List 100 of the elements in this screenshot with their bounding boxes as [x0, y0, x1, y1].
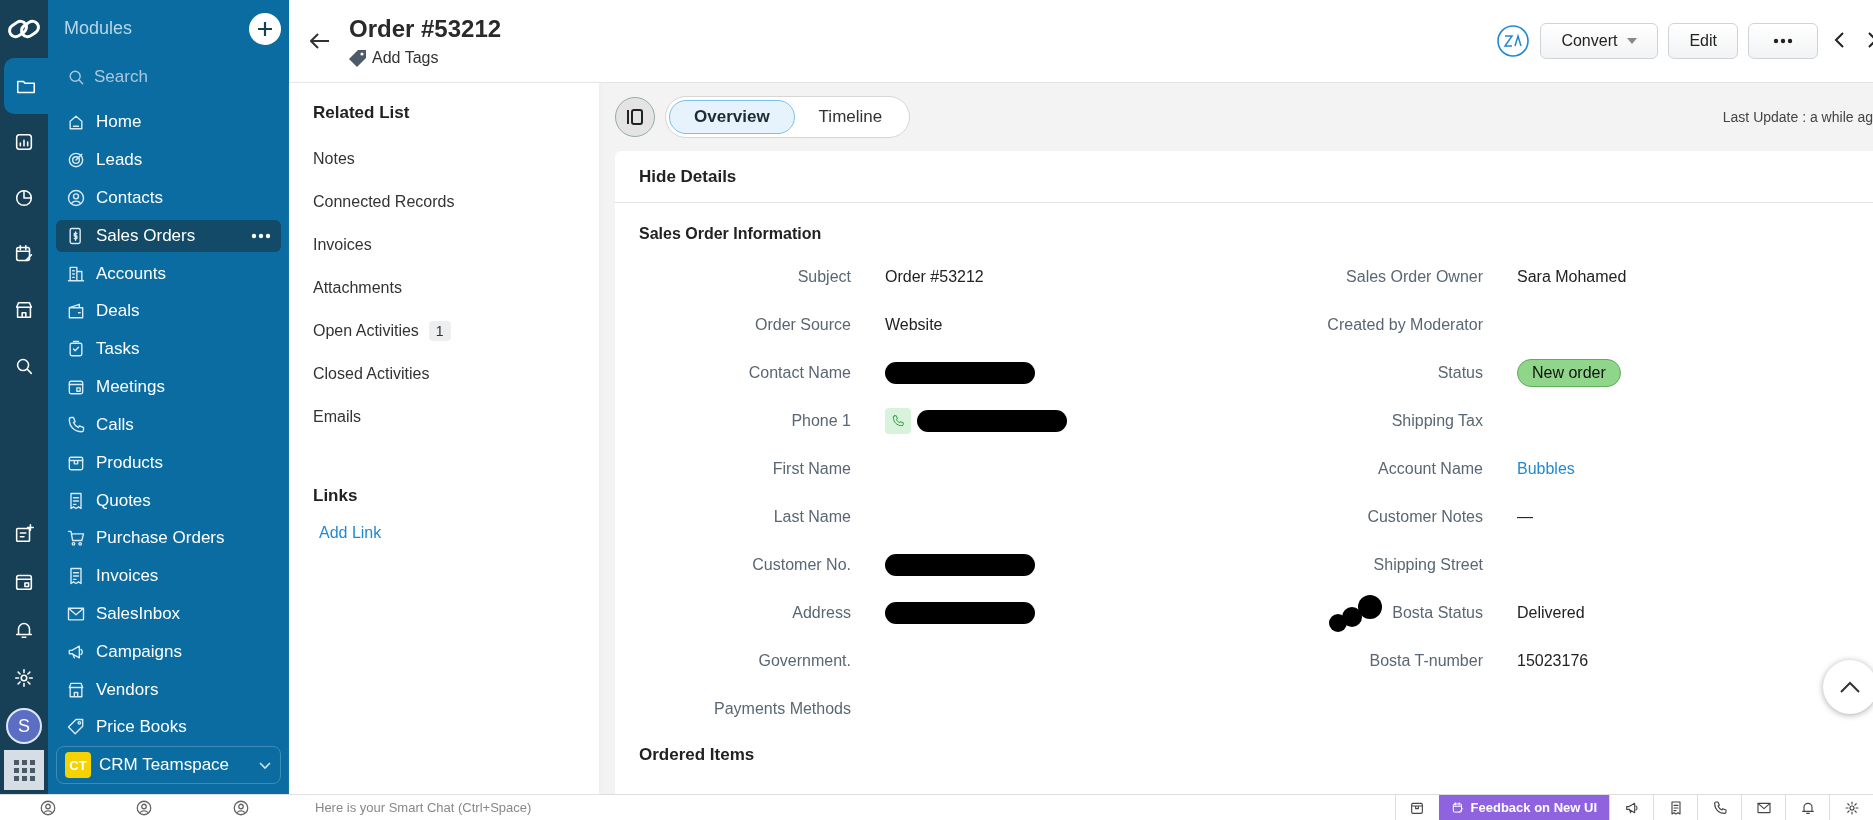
account-link[interactable]: Bubbles — [1517, 460, 1575, 478]
related-list-item[interactable]: Emails — [313, 395, 575, 438]
workspace-selector[interactable]: CT CRM Teamspace — [56, 746, 281, 785]
module-item[interactable]: Home — [56, 106, 281, 139]
chevron-down-icon — [258, 759, 272, 772]
record-title: Order #53212 — [349, 15, 503, 43]
apps-button[interactable] — [4, 750, 44, 790]
chevron-left-icon — [1834, 30, 1845, 49]
panel-icon — [626, 108, 644, 126]
person-icon — [231, 798, 250, 817]
panel-toggle-button[interactable] — [615, 97, 655, 137]
person-icon — [66, 188, 86, 209]
module-item[interactable]: SalesInbox — [56, 598, 281, 630]
module-item[interactable]: Vendors — [56, 673, 281, 706]
field-label: Shipping Street — [1373, 556, 1483, 573]
storefront-icon — [13, 299, 35, 321]
user-avatar[interactable]: S — [6, 708, 42, 744]
tab[interactable]: Overview — [669, 100, 795, 134]
field-value: — — [1517, 508, 1533, 526]
add-tags-link[interactable]: Add Tags — [349, 49, 439, 67]
field-value: Sara Mohamed — [1517, 268, 1627, 286]
related-list-item[interactable]: Attachments — [313, 266, 575, 309]
module-item[interactable]: Sales Orders — [56, 219, 281, 252]
add-link[interactable]: Add Link — [319, 524, 382, 542]
plus-icon — [257, 20, 273, 37]
more-icon — [251, 232, 271, 239]
count-badge: 1 — [428, 320, 451, 341]
module-item[interactable]: Contacts — [56, 182, 281, 214]
rail-button[interactable] — [4, 58, 48, 114]
related-list-item[interactable]: Open Activities 1 — [313, 309, 575, 352]
related-list-item[interactable]: Connected Records — [313, 180, 575, 223]
person-icon — [135, 798, 154, 817]
assistant-icon — [1496, 24, 1531, 58]
field-label: Created by Moderator — [1327, 316, 1483, 333]
field-label: Bosta T-number — [1369, 652, 1483, 669]
module-item[interactable]: Invoices — [56, 560, 281, 593]
module-item[interactable]: Tasks — [56, 333, 281, 366]
field-label: Last Name — [773, 508, 851, 525]
field-label: Government. — [758, 652, 851, 669]
related-list-item[interactable]: Closed Activities — [313, 352, 575, 395]
module-item[interactable]: Leads — [56, 144, 281, 177]
tab[interactable]: Timeline — [794, 100, 907, 134]
panel-title: Modules — [64, 18, 133, 40]
field-label: Customer Notes — [1367, 508, 1483, 525]
phone-icon — [891, 414, 905, 428]
last-update-text: Last Update : a while ag — [1722, 109, 1873, 125]
settings-icon — [1843, 799, 1860, 816]
section-heading: Related List — [313, 103, 411, 123]
module-item[interactable]: Deals — [56, 295, 281, 328]
field-label: Order Source — [754, 316, 851, 333]
module-item[interactable]: Price Books — [56, 711, 281, 744]
field-label: Payments Methods — [714, 700, 851, 717]
field-label: Shipping Tax — [1391, 412, 1483, 429]
field-value: Delivered — [1517, 604, 1585, 622]
person-icon — [39, 798, 58, 817]
add-button[interactable] — [249, 12, 281, 45]
module-item[interactable]: Quotes — [56, 484, 281, 517]
section-heading: Ordered Items — [638, 744, 756, 766]
related-list-item[interactable]: Invoices — [313, 223, 575, 266]
module-item[interactable]: Purchase Orders — [56, 522, 281, 555]
cart-icon — [66, 528, 86, 549]
settings-icon — [13, 667, 35, 689]
edit-button[interactable]: Edit — [1668, 23, 1738, 59]
module-item[interactable]: Accounts — [56, 257, 281, 290]
phone-icon — [1711, 799, 1728, 816]
field-label: Status — [1437, 364, 1483, 381]
feedback-button[interactable]: Feedback on New UI — [1438, 795, 1609, 820]
workspace-badge: CT — [65, 752, 91, 779]
module-item[interactable]: Products — [56, 446, 281, 479]
field-label: Customer No. — [752, 556, 851, 573]
field-label: Phone 1 — [791, 412, 851, 429]
related-list-item[interactable]: Notes — [313, 137, 575, 180]
field-label: First Name — [772, 460, 851, 477]
field-value: 15023176 — [1517, 652, 1589, 670]
field-label: Sales Order Owner — [1346, 268, 1483, 285]
bar-chart-icon — [13, 131, 35, 153]
assistant-button[interactable] — [1496, 24, 1531, 58]
field-label: Account Name — [1378, 460, 1483, 477]
convert-button[interactable]: Convert — [1540, 23, 1659, 59]
field-label: Contact Name — [748, 364, 851, 381]
module-item[interactable]: Meetings — [56, 371, 281, 403]
field-label: Address — [792, 604, 851, 621]
tag-icon — [349, 49, 367, 67]
module-item[interactable]: Calls — [56, 409, 281, 441]
more-icon — [1773, 38, 1793, 44]
module-item[interactable]: Campaigns — [56, 635, 281, 668]
phone-icon — [66, 414, 86, 435]
field-value: Order #53212 — [885, 268, 984, 286]
chevron-up-icon — [1839, 680, 1861, 694]
grid-icon — [13, 759, 35, 781]
hide-details-toggle[interactable]: Hide Details — [615, 151, 1873, 203]
caret-icon — [1627, 38, 1638, 44]
envelope-icon — [66, 604, 86, 624]
section-heading: Links — [313, 486, 359, 506]
note-plus-icon — [13, 523, 35, 545]
section-heading: Sales Order Information — [638, 224, 823, 244]
field-label: Bosta Status — [1392, 604, 1483, 622]
field-label: Subject — [797, 268, 851, 285]
field-value: Website — [885, 316, 943, 334]
search-field[interactable]: Search — [92, 65, 242, 88]
